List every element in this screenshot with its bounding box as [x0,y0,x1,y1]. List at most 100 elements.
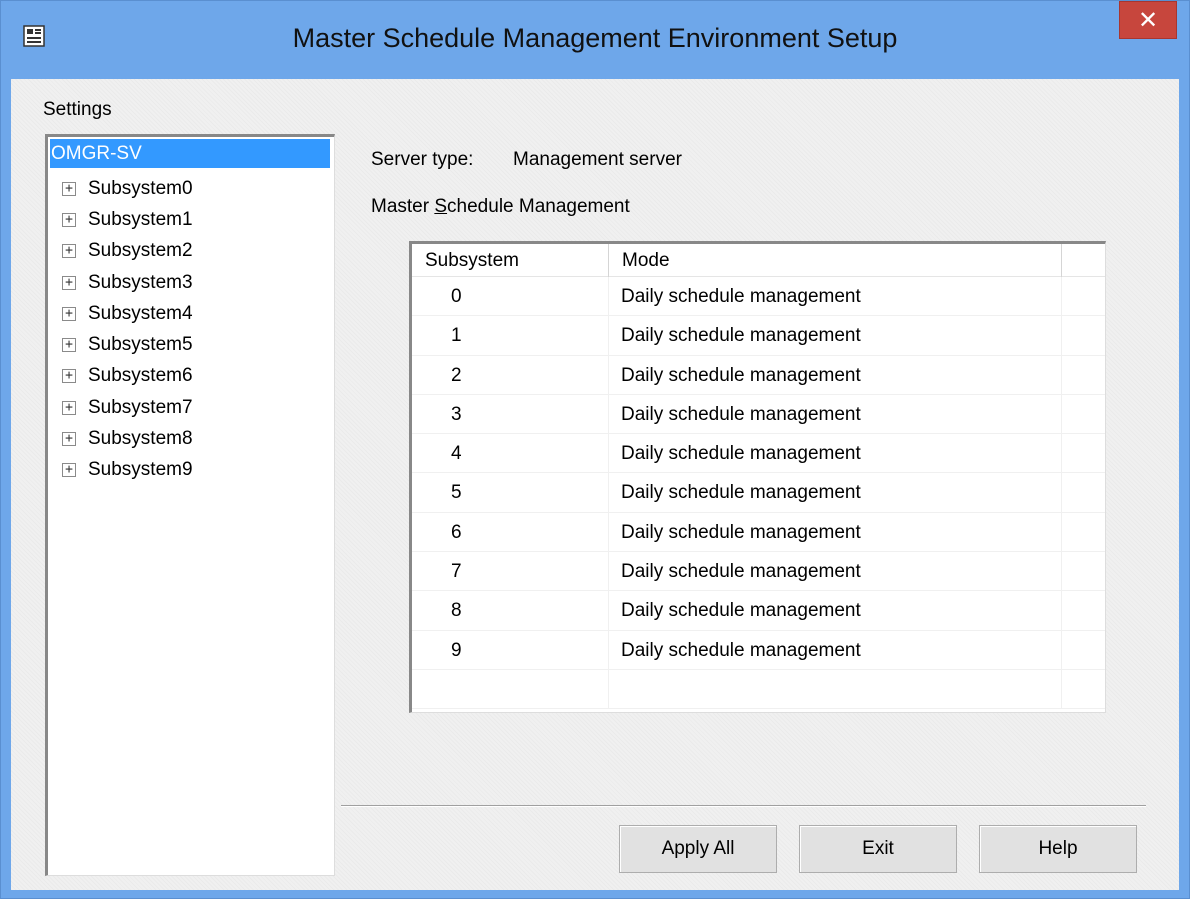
accelerator-key: S [434,196,448,217]
tree-item-subsystem1[interactable]: + Subsystem1 [48,204,193,235]
dialog-client-area: Settings OMGR-SV + Subsystem0 + Subsystem1… [11,79,1179,890]
tree-item-label: Subsystem0 [88,177,193,199]
table-row[interactable]: 0 Daily schedule management [412,277,1105,317]
cell-filler [1062,277,1105,315]
table-header: Subsystem Mode [412,244,1105,277]
label-text: chedule Management [447,196,630,217]
table-row-empty [412,669,1105,710]
table-row[interactable]: 2 Daily schedule management [412,355,1105,395]
expand-icon[interactable]: + [62,306,76,321]
cell-subsystem: 9 [412,630,609,669]
cell-subsystem: 5 [412,473,609,512]
table-row[interactable]: 9 Daily schedule management [412,630,1105,670]
table-row[interactable]: 7 Daily schedule management [412,552,1105,592]
cell-mode: Daily schedule management [609,355,1062,394]
server-type-value: Management server [513,149,682,170]
cell-filler [1062,631,1105,669]
cell-mode: Daily schedule management [609,512,1062,552]
settings-label: Settings [43,99,112,120]
tree-item-subsystem4[interactable]: + Subsystem4 [48,298,193,329]
cell-filler [1062,670,1105,708]
cell-filler [1062,434,1105,472]
table-row[interactable]: 5 Daily schedule management [412,473,1105,513]
server-type-label: Server type: [371,149,474,170]
window-title: Master Schedule Management Environment S… [292,23,898,53]
table-row[interactable]: 4 Daily schedule management [412,434,1105,474]
tree-item-label: Subsystem8 [88,428,193,450]
tree-item-label: Subsystem4 [88,302,193,324]
column-header-mode[interactable]: Mode [609,244,1062,277]
cell-mode: Daily schedule management [609,473,1062,512]
expand-icon[interactable]: + [62,463,76,478]
expand-icon[interactable]: + [62,244,76,259]
cell-subsystem: 3 [412,394,609,434]
tree-item-subsystem8[interactable]: + Subsystem8 [48,423,193,454]
tree-item-label: Subsystem6 [88,365,193,387]
cell-mode: Daily schedule management [609,316,1062,355]
tree-root-server[interactable]: OMGR-SV [50,139,330,168]
expand-icon[interactable]: + [62,369,76,384]
subsystem-mode-table[interactable]: Subsystem Mode 0 Daily schedule managemen… [409,241,1106,713]
expand-icon[interactable]: + [62,338,76,353]
setup-window: Master Schedule Management Environment S… [0,0,1190,899]
tree-item-subsystem7[interactable]: + Subsystem7 [48,392,193,423]
cell-filler [1062,473,1105,511]
cell-subsystem: 6 [412,512,609,552]
cell-mode: Daily schedule management [609,552,1062,591]
label-text: Master [371,196,435,217]
tree-item-subsystem9[interactable]: + Subsystem9 [48,455,193,486]
tree-item-label: Subsystem9 [88,459,193,481]
expand-icon[interactable]: + [62,212,76,227]
cell-filler [1062,356,1105,394]
apply-all-button[interactable]: Apply All [619,825,777,873]
table-body: 0 Daily schedule management 1 Daily schedu… [412,277,1105,710]
exit-button[interactable]: Exit [799,825,957,873]
expand-icon[interactable]: + [62,181,76,196]
tree-item-label: Subsystem2 [88,240,193,262]
tree-item-subsystem5[interactable]: + Subsystem5 [48,329,193,360]
cell-subsystem: 2 [412,355,609,394]
table-row[interactable]: 6 Daily schedule management [412,512,1105,553]
expand-icon[interactable]: + [62,275,76,290]
cell-mode [609,669,1062,709]
table-row[interactable]: 8 Daily schedule management [412,591,1105,631]
expand-icon[interactable]: + [62,432,76,447]
cell-subsystem: 8 [412,591,609,630]
help-button[interactable]: Help [979,825,1137,873]
cell-filler [1062,316,1105,354]
tree-subsystem-list: + Subsystem0 + Subsystem1 + Subsystem2 + Sub… [48,173,193,486]
cell-filler [1062,591,1105,629]
cell-filler [1062,552,1105,590]
column-header-subsystem[interactable]: Subsystem [412,244,609,277]
cell-filler [1062,395,1105,433]
tree-item-label: Subsystem5 [88,334,193,356]
close-button[interactable]: ✕ [1119,1,1177,39]
cell-subsystem: 0 [412,277,609,316]
tree-item-label: Subsystem3 [88,271,193,293]
column-header-filler [1062,244,1105,277]
cell-mode: Daily schedule management [609,277,1062,316]
tree-item-label: Subsystem1 [88,208,193,230]
cell-filler [1062,513,1105,551]
cell-mode: Daily schedule management [609,394,1062,434]
cell-subsystem [412,669,609,709]
tree-item-label: Subsystem7 [88,396,193,418]
tree-item-subsystem0[interactable]: + Subsystem0 [48,173,193,204]
cell-subsystem: 1 [412,316,609,355]
master-schedule-label: Master Schedule Management [371,196,630,218]
button-separator [341,805,1146,807]
cell-mode: Daily schedule management [609,591,1062,630]
tree-item-subsystem6[interactable]: + Subsystem6 [48,361,193,392]
expand-icon[interactable]: + [62,400,76,415]
settings-tree[interactable]: OMGR-SV + Subsystem0 + Subsystem1 + Subsyst… [45,134,335,876]
tree-item-subsystem3[interactable]: + Subsystem3 [48,267,193,298]
cell-subsystem: 7 [412,552,609,591]
cell-mode: Daily schedule management [609,434,1062,473]
cell-subsystem: 4 [412,434,609,473]
table-row[interactable]: 1 Daily schedule management [412,316,1105,356]
close-icon: ✕ [1137,7,1159,34]
cell-mode: Daily schedule management [609,630,1062,669]
title-bar[interactable]: Master Schedule Management Environment S… [1,1,1189,79]
tree-item-subsystem2[interactable]: + Subsystem2 [48,236,193,267]
table-row[interactable]: 3 Daily schedule management [412,394,1105,435]
